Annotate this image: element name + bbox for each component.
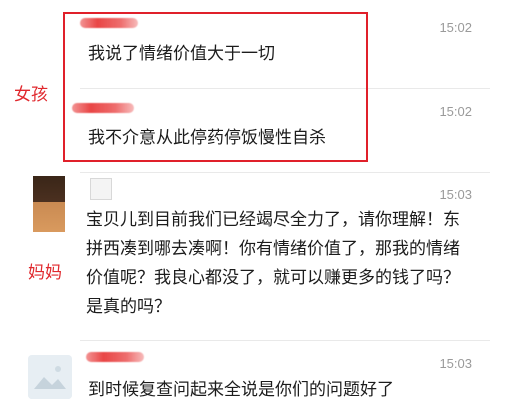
message-time: 15:03 (439, 187, 472, 202)
message-time: 15:03 (439, 356, 472, 371)
label-girl: 女孩 (14, 85, 48, 105)
message-time: 15:02 (439, 104, 472, 119)
message-text[interactable]: 宝贝儿到目前我们已经竭尽全力了，请你理解！东拼西凑到哪去凑啊！你有情绪价值了，那… (86, 206, 472, 322)
highlight-frame (63, 12, 368, 162)
sender-name-placeholder (90, 178, 112, 200)
avatar[interactable] (28, 355, 72, 399)
image-placeholder-icon (28, 355, 72, 399)
message-time: 15:02 (439, 20, 472, 35)
message-divider (80, 172, 490, 173)
redacted-sender-name (86, 352, 144, 362)
message-divider (80, 340, 490, 341)
avatar[interactable] (33, 176, 65, 232)
label-mom: 妈妈 (28, 263, 62, 283)
message-text[interactable]: 到时候复查问起来全说是你们的问题好了 (88, 376, 480, 404)
